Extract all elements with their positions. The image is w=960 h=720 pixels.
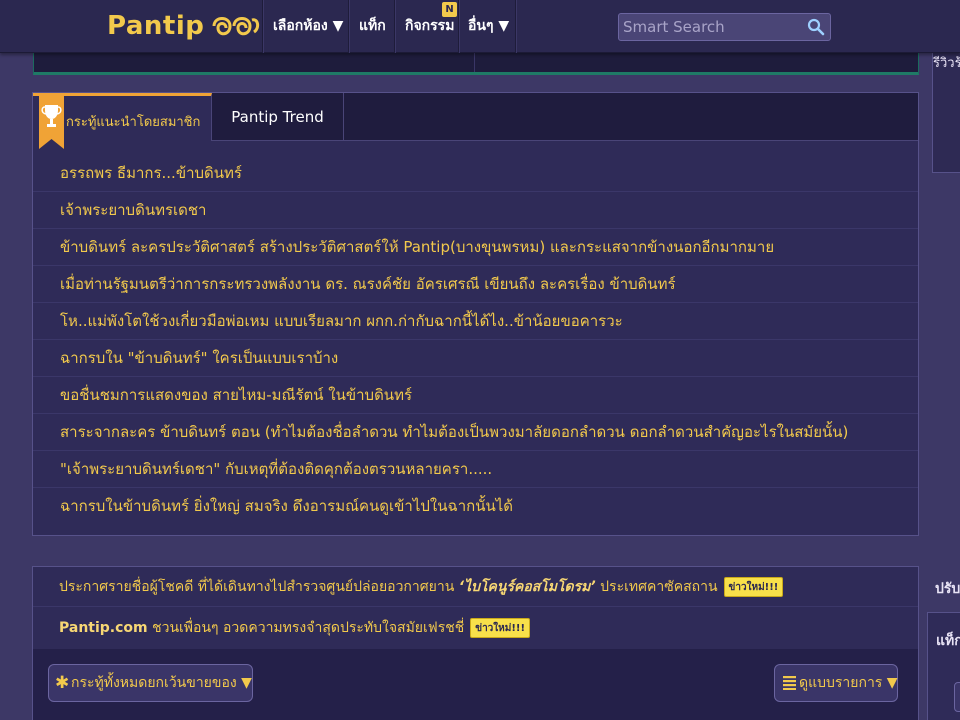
nav-select-room[interactable]: เลือกห้อง ▼ [273, 0, 343, 53]
list-item[interactable]: เมื่อท่านรัฐมนตรีว่าการกระทรวงพลังงาน ดร… [33, 266, 918, 303]
announcement-row[interactable]: ประกาศรายชื่อผู้โชคดี ที่ได้เดินทางไปสำร… [33, 567, 918, 607]
view-mode-button[interactable]: ดูแบบรายการ ▼ [774, 664, 898, 702]
right-sidebar-heading: ปรับ [935, 581, 960, 597]
tab-label: กระทู้แนะนำโดยสมาชิก [66, 115, 201, 130]
new-badge: ข่าวใหม่!!! [470, 618, 531, 638]
logo-text: Pantip [107, 11, 205, 41]
announcement-text: ประกาศรายชื่อผู้โชคดี ที่ได้เดินทางไปสำร… [59, 579, 459, 595]
announcement-text: ประเทศคาซัคสถาน [595, 579, 718, 595]
list-item[interactable]: ข้าบดินทร์ ละครประวัติศาสตร์ สร้างประวัต… [33, 229, 918, 266]
list-item[interactable]: โห..แม่พังโตใช้วงเกี่ยวมือพ่อเหม แบบเรีย… [33, 303, 918, 340]
announcement-brand: Pantip.com [59, 620, 148, 636]
new-badge: ข่าวใหม่!!! [723, 577, 784, 597]
top-partial-panel [33, 53, 919, 75]
announcement-text: ชวนเพื่อนๆ อวดความทรงจำสุดประทับใจสมัยเฟ… [147, 620, 465, 636]
recommended-panel: กระทู้แนะนำโดยสมาชิก Pantip Trend อรรถพร… [32, 92, 919, 536]
recommended-tabs: กระทู้แนะนำโดยสมาชิก Pantip Trend [33, 93, 918, 149]
list-view-icon [783, 676, 796, 690]
list-item[interactable]: ฉากรบใน "ข้าบดินทร์" ใครเป็นแบบเราบ้าง [33, 340, 918, 377]
panel-divider [474, 53, 475, 72]
asterisk-icon: ✱ [55, 673, 70, 693]
nav-divider [394, 0, 395, 53]
topic-filter-bar: ✱ กระทู้ทั้งหมดยกเว้นขายของ ▼ ดูแบบรายกา… [33, 649, 918, 720]
tab-member-recommended[interactable]: กระทู้แนะนำโดยสมาชิก [33, 93, 212, 149]
announcement-row[interactable]: Pantip.com ชวนเพื่อนๆ อวดความทรงจำสุดประ… [33, 608, 918, 648]
right-sidebar-label: รีวิวร้ [933, 56, 960, 71]
nav-divider [458, 0, 459, 53]
nav-more[interactable]: อื่นๆ ▼ [468, 0, 509, 53]
search-input[interactable] [619, 14, 803, 40]
list-item[interactable]: "เจ้าพระยาบดินทร์เดชา" กับเหตุที่ต้องติด… [33, 451, 918, 488]
logo-mark-icon [212, 17, 260, 36]
trophy-ribbon-icon [39, 93, 64, 149]
tab-pantip-trend[interactable]: Pantip Trend [212, 93, 344, 141]
topic-filter-button[interactable]: ✱ กระทู้ทั้งหมดยกเว้นขายของ ▼ [48, 664, 253, 702]
search-icon[interactable] [807, 18, 825, 36]
activity-new-badge: N [442, 2, 457, 17]
list-item[interactable]: สาระจากละคร ข้าบดินทร์ ตอน (ทำไมต้องชื่อ… [33, 414, 918, 451]
nav-divider [515, 0, 516, 53]
recommended-list: อรรถพร ธีมากร...ข้าบดินทร์ เจ้าพระยาบดิน… [33, 155, 918, 525]
pantip-logo[interactable]: Pantip [107, 8, 262, 44]
right-sidebar-tag-label: แท็ก [936, 633, 960, 649]
view-label: ดูแบบรายการ ▼ [799, 675, 898, 691]
nav-divider [262, 0, 263, 53]
list-item[interactable]: เจ้าพระยาบดินทรเดชา [33, 192, 918, 229]
nav-divider [348, 0, 349, 53]
announcements-panel: ประกาศรายชื่อผู้โชคดี ที่ได้เดินทางไปสำร… [32, 566, 919, 720]
filter-label: กระทู้ทั้งหมดยกเว้นขายของ ▼ [71, 675, 252, 691]
top-navbar: Pantip เลือกห้อง ▼ แท็ก กิจกรรม N อื่นๆ … [0, 0, 960, 53]
right-sidebar-control[interactable] [954, 682, 960, 712]
announcement-highlight: ‘ไบโคนูร์คอสโมโดรม’ [458, 579, 596, 595]
nav-tags[interactable]: แท็ก [359, 0, 386, 53]
list-item[interactable]: อรรถพร ธีมากร...ข้าบดินทร์ [33, 155, 918, 192]
list-item[interactable]: ฉากรบในข้าบดินทร์ ยิ่งใหญ่ สมจริง ดึงอาร… [33, 488, 918, 525]
search-box [618, 13, 831, 41]
list-item[interactable]: ขอชื่นชมการแสดงของ สายไหม-มณีรัตน์ ในข้า… [33, 377, 918, 414]
